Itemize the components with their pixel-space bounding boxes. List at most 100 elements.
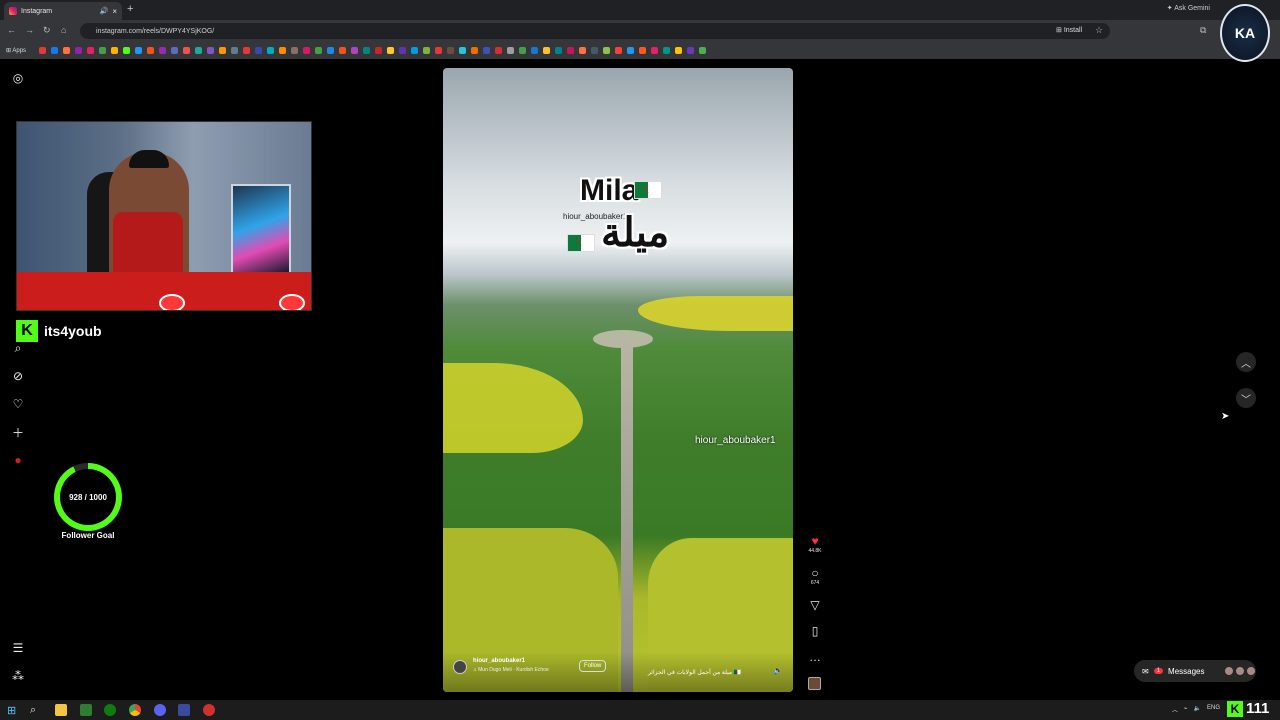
messages-button[interactable]: ✉ 1 Messages — [1134, 660, 1256, 682]
author-username[interactable]: hiour_aboubaker1 — [473, 658, 525, 664]
bookmark-favicon-icon[interactable] — [519, 47, 527, 54]
tab-close-button[interactable]: × — [112, 7, 117, 16]
audio-thumbnail[interactable] — [808, 677, 821, 690]
windows-start-icon[interactable]: ⊞ — [7, 704, 19, 717]
bookmark-favicon-icon[interactable] — [219, 47, 227, 54]
previous-reel-button[interactable]: ︿ — [1236, 352, 1256, 372]
share-button[interactable]: ▽ — [803, 598, 827, 612]
volume-icon[interactable]: 🔈 — [773, 666, 783, 675]
file-explorer-icon[interactable] — [55, 704, 67, 716]
reload-icon[interactable]: ↻ — [43, 25, 51, 36]
new-tab-button[interactable]: + — [127, 3, 133, 15]
bookmark-favicon-icon[interactable] — [255, 47, 263, 54]
bookmark-favicon-icon[interactable] — [627, 47, 635, 54]
bookmark-favicon-icon[interactable] — [699, 47, 707, 54]
instagram-logo-icon[interactable]: ◎ — [10, 70, 26, 86]
install-button[interactable]: ⊞ Install — [1056, 26, 1082, 34]
app-icon[interactable] — [178, 704, 190, 716]
xbox-icon[interactable] — [104, 704, 116, 716]
reel-video[interactable]: Mila ☾ hiour_aboubaker1 ☾ ميلة hiour_abo… — [443, 68, 793, 692]
bookmark-favicon-icon[interactable] — [507, 47, 515, 54]
bookmark-favicon-icon[interactable] — [471, 47, 479, 54]
bookmark-favicon-icon[interactable] — [303, 47, 311, 54]
bookmark-favicon-icon[interactable] — [615, 47, 623, 54]
author-avatar[interactable] — [453, 660, 467, 674]
apps-button[interactable]: ⊞ Apps — [6, 47, 26, 54]
bookmark-favicon-icon[interactable] — [663, 47, 671, 54]
bookmark-favicon-icon[interactable] — [675, 47, 683, 54]
bookmark-favicon-icon[interactable] — [267, 47, 275, 54]
forward-icon[interactable]: → — [25, 25, 34, 35]
bookmark-star-icon[interactable]: ☆ — [1095, 25, 1103, 36]
bookmark-favicon-icon[interactable] — [495, 47, 503, 54]
network-icon[interactable]: ⌁ — [1184, 705, 1188, 714]
bookmark-favicon-icon[interactable] — [315, 47, 323, 54]
home-icon[interactable]: ⌂ — [61, 25, 66, 35]
bookmark-favicon-icon[interactable] — [639, 47, 647, 54]
bookmark-favicon-icon[interactable] — [195, 47, 203, 54]
comment-button[interactable]: ○ 674 — [803, 566, 827, 586]
bookmark-favicon-icon[interactable] — [231, 47, 239, 54]
more-menu-icon[interactable]: ☰ — [10, 640, 26, 656]
bookmark-favicon-icon[interactable] — [123, 47, 131, 54]
bookmark-favicon-icon[interactable] — [447, 47, 455, 54]
ask-gemini-button[interactable]: ✦ Ask Gemini — [1167, 4, 1210, 12]
follow-button[interactable]: Follow — [579, 660, 607, 672]
volume-tray-icon[interactable]: 🔈 — [1194, 705, 1201, 714]
tab-instagram[interactable]: Instagram 🔊 × — [4, 2, 122, 20]
bookmark-favicon-icon[interactable] — [483, 47, 491, 54]
bookmark-favicon-icon[interactable] — [459, 47, 467, 54]
bookmark-favicon-icon[interactable] — [87, 47, 95, 54]
bookmark-favicon-icon[interactable] — [243, 47, 251, 54]
extensions-icon[interactable]: ⧉ — [1200, 25, 1206, 36]
threads-icon[interactable]: ⁂ — [10, 668, 26, 684]
bookmark-favicon-icon[interactable] — [351, 47, 359, 54]
bookmark-favicon-icon[interactable] — [435, 47, 443, 54]
bookmark-favicon-icon[interactable] — [651, 47, 659, 54]
bookmark-favicon-icon[interactable] — [291, 47, 299, 54]
explore-icon[interactable]: ⊘ — [10, 368, 26, 384]
bookmark-favicon-icon[interactable] — [423, 47, 431, 54]
more-options-button[interactable]: … — [803, 650, 827, 664]
notifications-heart-icon[interactable]: ♡ — [10, 396, 26, 412]
bookmark-favicon-icon[interactable] — [687, 47, 695, 54]
bookmark-favicon-icon[interactable] — [567, 47, 575, 54]
search-icon[interactable]: ⌕ — [10, 340, 26, 356]
bookmark-favicon-icon[interactable] — [111, 47, 119, 54]
bookmark-favicon-icon[interactable] — [147, 47, 155, 54]
bookmark-favicon-icon[interactable] — [363, 47, 371, 54]
bookmark-favicon-icon[interactable] — [75, 47, 83, 54]
bookmark-favicon-icon[interactable] — [279, 47, 287, 54]
bookmark-favicon-icon[interactable] — [579, 47, 587, 54]
bookmark-favicon-icon[interactable] — [411, 47, 419, 54]
bookmark-favicon-icon[interactable] — [555, 47, 563, 54]
bookmark-favicon-icon[interactable] — [531, 47, 539, 54]
bookmark-favicon-icon[interactable] — [135, 47, 143, 54]
bookmark-favicon-icon[interactable] — [399, 47, 407, 54]
bookmark-favicon-icon[interactable] — [63, 47, 71, 54]
url-bar[interactable]: instagram.com/reels/DWPY4YSjKOG/ — [80, 23, 1110, 39]
bookmark-favicon-icon[interactable] — [99, 47, 107, 54]
bookmark-favicon-icon[interactable] — [543, 47, 551, 54]
bookmark-favicon-icon[interactable] — [603, 47, 611, 54]
bookmark-favicon-icon[interactable] — [51, 47, 59, 54]
audio-track[interactable]: ♫ Mun Dugo Meli · Kurdish Echoe — [473, 667, 549, 673]
chrome-icon[interactable] — [129, 704, 141, 716]
bookmark-favicon-icon[interactable] — [207, 47, 215, 54]
bookmark-favicon-icon[interactable] — [39, 47, 47, 54]
bookmark-favicon-icon[interactable] — [591, 47, 599, 54]
create-plus-icon[interactable]: ＋ — [10, 424, 26, 440]
discord-icon[interactable] — [154, 704, 166, 716]
bookmark-favicon-icon[interactable] — [183, 47, 191, 54]
bookmark-favicon-icon[interactable] — [375, 47, 383, 54]
bookmark-favicon-icon[interactable] — [171, 47, 179, 54]
tray-chevron-icon[interactable]: ︿ — [1172, 705, 1178, 714]
obs-icon[interactable] — [203, 704, 215, 716]
next-reel-button[interactable]: ﹀ — [1236, 388, 1256, 408]
back-icon[interactable]: ← — [7, 25, 16, 35]
taskbar-search-icon[interactable]: ⌕ — [30, 704, 42, 716]
tray-language[interactable]: ENG — [1207, 705, 1220, 714]
profile-avatar-icon[interactable]: ● — [10, 452, 26, 468]
bookmark-favicon-icon[interactable] — [327, 47, 335, 54]
store-icon[interactable] — [80, 704, 92, 716]
